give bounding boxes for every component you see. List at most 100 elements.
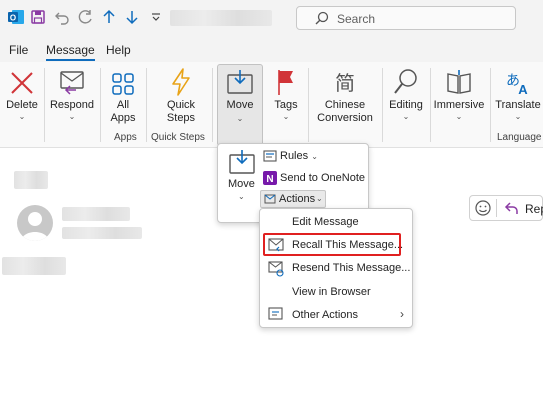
other-actions-item[interactable]: Other Actions (292, 309, 358, 321)
move-icon (226, 69, 254, 98)
ribbon-separator (212, 68, 213, 142)
chevron-down-icon: ⌄ (316, 194, 323, 203)
svg-text:N: N (266, 174, 273, 185)
group-label-language: Language (497, 132, 542, 143)
move-label: Move (226, 99, 254, 111)
delete-label: Delete (6, 99, 38, 111)
blurred-recipients (62, 227, 142, 239)
respond-button[interactable]: Respond ⌄ (49, 64, 95, 130)
ribbon-separator (382, 68, 383, 142)
reply-button[interactable]: Rep (525, 202, 543, 216)
ribbon-separator (430, 68, 431, 142)
actions-icon (264, 193, 276, 208)
chevron-down-icon: ⌄ (68, 112, 76, 121)
menu-bar: File Message Help (0, 36, 543, 62)
blurred-sender-name (62, 207, 130, 221)
apps-grid-icon (111, 64, 135, 96)
other-actions-icon (268, 307, 284, 324)
chinese-conversion-button[interactable]: 简 Chinese Conversion (313, 64, 377, 130)
move-large-icon (228, 149, 256, 178)
title-bar: O Search (0, 0, 543, 36)
respond-label: Respond (49, 99, 95, 111)
editing-label: Editing (389, 99, 423, 111)
group-label-quick-steps: Quick Steps (151, 132, 205, 143)
respond-icon (58, 64, 86, 96)
ribbon: Delete ⌄ Respond ⌄ All Apps Apps Quick S… (0, 62, 543, 203)
menu-file[interactable]: File (9, 43, 28, 57)
search-placeholder: Search (337, 12, 376, 26)
blurred-subject (14, 171, 48, 189)
chevron-down-icon: ⌄ (238, 192, 245, 201)
actions-submenu: Edit Message Recall This Message... Rese… (259, 208, 413, 328)
delete-icon (9, 64, 35, 96)
redo-icon[interactable] (75, 7, 95, 27)
divider (496, 199, 497, 217)
ribbon-separator (490, 68, 491, 142)
resend-icon (268, 261, 284, 280)
ribbon-separator (100, 68, 101, 142)
chevron-down-icon: ⌄ (18, 112, 26, 121)
menu-message[interactable]: Message (46, 43, 95, 61)
immersive-label: Immersive (433, 99, 485, 111)
lightning-icon (170, 64, 192, 96)
blurred-window-title (170, 10, 272, 26)
resend-message-item[interactable]: Resend This Message... (292, 262, 410, 274)
immersive-button[interactable]: Immersive ⌄ (434, 64, 484, 130)
delete-button[interactable]: Delete ⌄ (4, 64, 40, 130)
reply-icon (504, 200, 518, 219)
customize-toolbar-icon[interactable] (146, 7, 166, 27)
emoji-reaction-icon[interactable] (474, 199, 494, 217)
chinese-conversion-label: Chinese Conversion (317, 99, 373, 124)
view-in-browser-item[interactable]: View in Browser (292, 286, 371, 298)
chevron-down-icon: ⌄ (455, 112, 463, 121)
onenote-icon: N (263, 171, 277, 188)
save-icon[interactable] (28, 7, 48, 27)
actions-button[interactable]: Actions ⌄ (260, 190, 326, 208)
up-arrow-icon[interactable] (99, 7, 119, 27)
chevron-down-icon: ⌄ (236, 114, 244, 123)
outlook-app-icon: O (6, 7, 26, 27)
chevron-down-icon: ⌄ (402, 112, 410, 121)
ribbon-separator (308, 68, 309, 142)
translate-icon: あA (504, 64, 532, 96)
all-apps-button[interactable]: All Apps (106, 64, 140, 130)
edit-message-item[interactable]: Edit Message (292, 216, 359, 228)
chevron-down-icon: ⌄ (282, 112, 290, 121)
blurred-timestamp (2, 257, 66, 275)
flag-icon (275, 64, 297, 96)
actions-label: Actions (279, 193, 316, 205)
chevron-right-icon: › (400, 307, 404, 321)
search-icon (315, 11, 329, 25)
svg-text:A: A (518, 82, 528, 96)
move-button[interactable]: Move ⌄ (217, 64, 263, 146)
chevron-down-icon: ⌄ (514, 112, 522, 121)
chinese-conversion-icon: 简 (331, 64, 359, 96)
move-submenu-label[interactable]: Move (228, 178, 255, 190)
editing-button[interactable]: Editing ⌄ (387, 64, 425, 130)
ribbon-separator (44, 68, 45, 142)
quick-steps-button[interactable]: Quick Steps (158, 64, 204, 130)
translate-button[interactable]: あA Translate ⌄ (495, 64, 541, 130)
search-box[interactable]: Search (296, 6, 516, 30)
menu-help[interactable]: Help (106, 43, 131, 57)
tags-button[interactable]: Tags ⌄ (270, 64, 302, 130)
translate-label: Translate (495, 99, 541, 111)
group-label-apps: Apps (114, 132, 137, 143)
recall-highlight-box (263, 233, 401, 256)
ribbon-separator (146, 68, 147, 142)
svg-text:O: O (10, 14, 16, 23)
rules-menu-item[interactable]: Rules ⌄ (280, 150, 318, 162)
rules-icon (263, 149, 277, 166)
immersive-reader-icon (445, 64, 473, 96)
down-arrow-icon[interactable] (122, 7, 142, 27)
chevron-down-icon: ⌄ (311, 152, 318, 161)
svg-text:简: 简 (335, 71, 355, 95)
quick-steps-label: Quick Steps (166, 99, 196, 124)
all-apps-label: All Apps (110, 99, 136, 124)
tags-label: Tags (274, 99, 298, 111)
rules-label: Rules (280, 150, 309, 162)
undo-icon[interactable] (52, 7, 72, 27)
magnifier-icon (393, 64, 419, 96)
send-to-onenote-item[interactable]: Send to OneNote (280, 172, 365, 184)
avatar (17, 205, 53, 241)
